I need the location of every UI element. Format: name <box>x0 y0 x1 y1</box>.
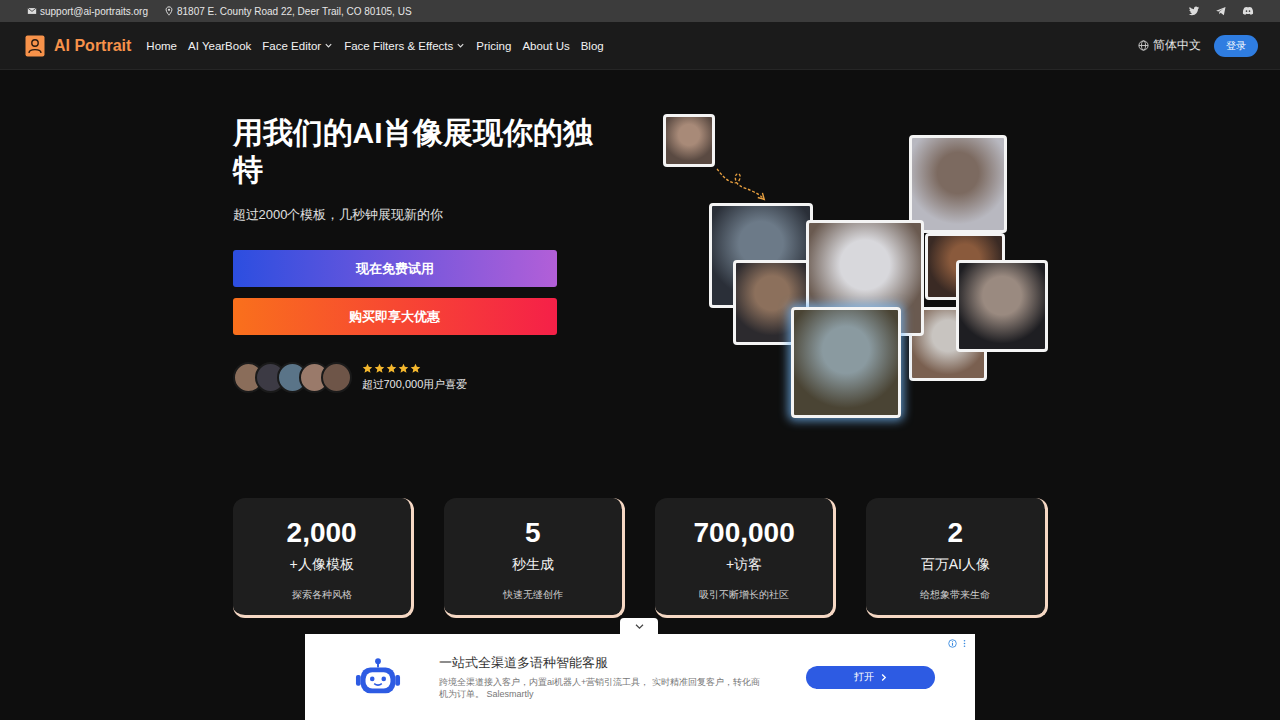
contact-email[interactable]: support@ai-portraits.org <box>27 6 148 17</box>
nav-item[interactable]: Face Editor <box>262 40 333 52</box>
portrait-collage <box>661 114 1051 419</box>
nav-item[interactable]: Face Filters & Effects <box>344 40 465 52</box>
user-avatar <box>321 362 352 393</box>
ad-open-button[interactable]: 打开 <box>806 666 935 689</box>
twitter-icon[interactable] <box>1188 5 1200 17</box>
location-pin-icon <box>164 6 174 16</box>
portrait-photo <box>791 307 901 418</box>
nav-item[interactable]: Blog <box>581 40 604 52</box>
star-icon <box>410 363 421 374</box>
buy-button[interactable]: 购买即享大优惠 <box>233 298 557 335</box>
more-icon[interactable] <box>960 639 969 648</box>
login-button[interactable]: 登录 <box>1214 35 1258 57</box>
chevron-down-icon <box>634 623 645 630</box>
nav-item[interactable]: Pricing <box>476 40 511 52</box>
chevron-down-icon <box>456 41 465 50</box>
chevron-right-icon <box>880 673 887 682</box>
free-trial-button[interactable]: 现在免费试用 <box>233 250 557 287</box>
robot-icon <box>355 657 401 697</box>
stat-card: 700,000 +访客 吸引不断增长的社区 <box>655 498 836 618</box>
social-proof: 超过700,000用户喜爱 <box>233 362 468 393</box>
ad-description: 跨境全渠道接入客户，内置ai机器人+营销引流工具， 实时精准回复客户，转化商机为… <box>439 676 768 700</box>
star-icon <box>362 363 373 374</box>
page: support@ai-portraits.org 81807 E. County… <box>0 0 1280 720</box>
star-icon <box>374 363 385 374</box>
portrait-photo <box>663 114 715 167</box>
top-bar: support@ai-portraits.org 81807 E. County… <box>0 0 1280 22</box>
contact-address: 81807 E. County Road 22, Deer Trail, CO … <box>164 6 412 17</box>
stat-card: 5 秒生成 快速无缝创作 <box>444 498 625 618</box>
logo[interactable]: AI Portrait <box>25 35 131 57</box>
nav-item[interactable]: About Us <box>522 40 569 52</box>
globe-icon <box>1138 40 1149 51</box>
telegram-icon[interactable] <box>1215 5 1227 17</box>
ad-title: 一站式全渠道多语种智能客服 <box>439 654 768 672</box>
stats: 2,000 +人像模板 探索各种风格5 秒生成 快速无缝创作700,000 +访… <box>233 498 1048 618</box>
nav-item[interactable]: AI YearBook <box>188 40 251 52</box>
hero: 用我们的AI肖像展现你的独特 超过2000个模板，几秒钟展现新的你 现在免费试用… <box>233 114 1048 419</box>
portrait-photo <box>956 260 1048 352</box>
chevron-down-icon <box>324 41 333 50</box>
hero-subtitle: 超过2000个模板，几秒钟展现新的你 <box>233 206 444 224</box>
hero-title: 用我们的AI肖像展现你的独特 <box>233 114 613 188</box>
discord-icon[interactable] <box>1242 5 1254 17</box>
stat-card: 2,000 +人像模板 探索各种风格 <box>233 498 414 618</box>
mail-icon <box>27 6 37 16</box>
portrait-photo <box>909 135 1007 233</box>
language-switch[interactable]: 简体中文 <box>1138 38 1201 53</box>
main-nav: AI Portrait Home AI YearBook Face Editor… <box>0 22 1280 70</box>
curved-arrow-icon <box>715 167 771 204</box>
portrait-logo-icon <box>25 35 45 57</box>
stat-card: 2 百万AI人像 给想象带来生命 <box>866 498 1047 618</box>
star-icon <box>386 363 397 374</box>
ad-collapse-button[interactable] <box>620 618 658 634</box>
main-content: 用我们的AI肖像展现你的独特 超过2000个模板，几秒钟展现新的你 现在免费试用… <box>233 70 1048 618</box>
info-icon[interactable] <box>948 639 957 648</box>
users-count: 超过700,000用户喜爱 <box>362 377 468 392</box>
nav-item[interactable]: Home <box>146 40 177 52</box>
ad-banner: 一站式全渠道多语种智能客服 跨境全渠道接入客户，内置ai机器人+营销引流工具， … <box>305 634 975 720</box>
rating-stars <box>362 363 468 374</box>
star-icon <box>398 363 409 374</box>
